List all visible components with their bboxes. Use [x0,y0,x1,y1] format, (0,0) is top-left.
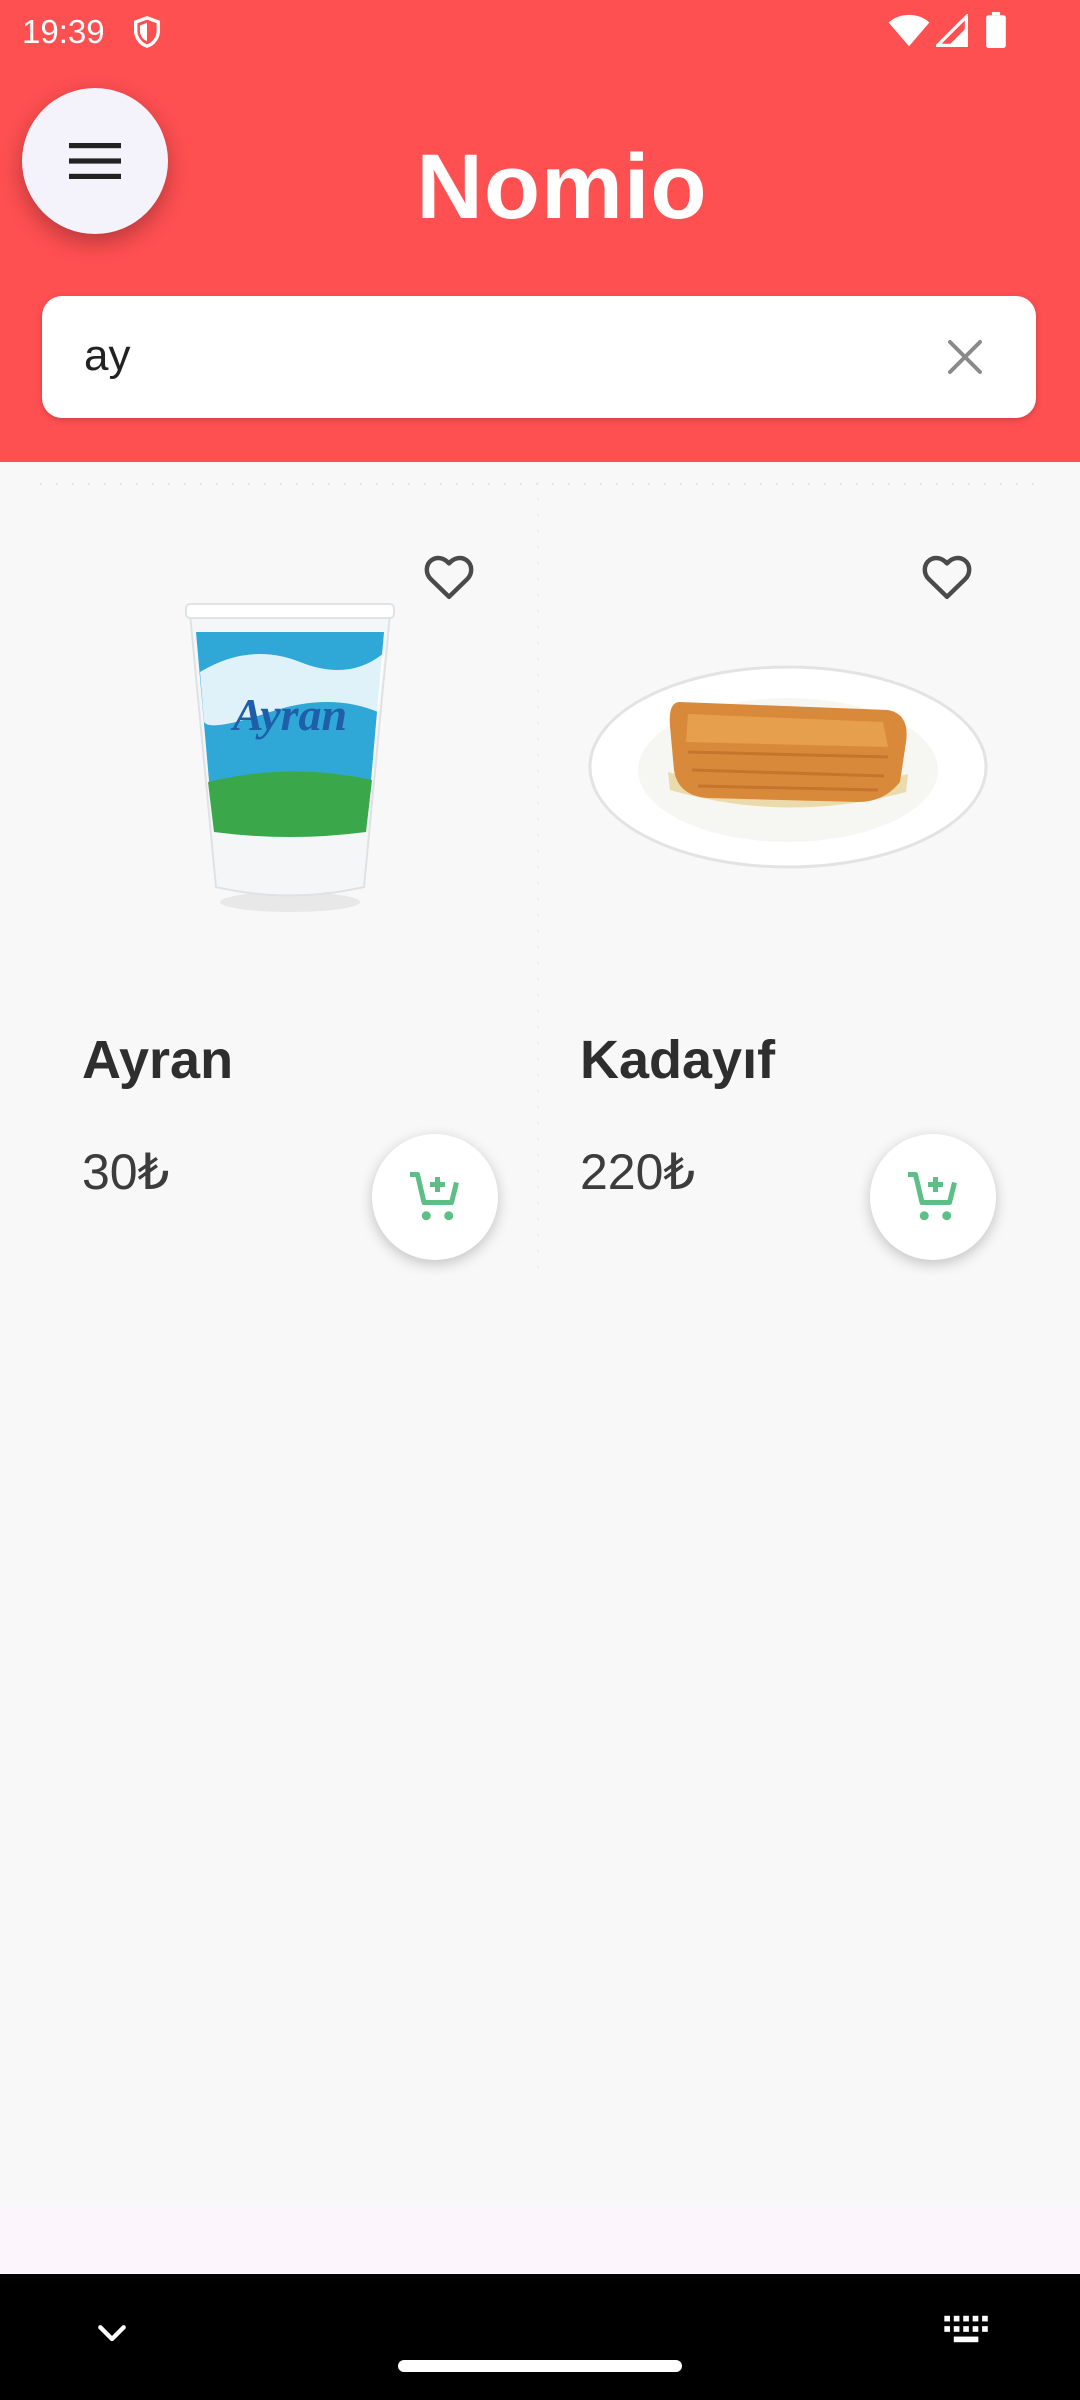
status-time: 19:39 [22,13,105,50]
product-image-kadayif [588,665,988,869]
clear-search-button[interactable] [932,324,998,390]
shield-icon [133,16,161,48]
svg-text:Ayran: Ayran [230,689,347,740]
app-title: Nomio [416,136,708,238]
search-box [42,296,1036,418]
close-icon [948,340,982,374]
favorite-button[interactable] [418,546,480,608]
chevron-down-icon[interactable] [92,2314,132,2354]
home-handle[interactable] [398,2360,682,2372]
heart-outline-icon [424,555,474,600]
product-price: 30₺ [82,1144,170,1200]
product-image-ayran: Ayran [185,603,395,912]
product-name: Ayran [82,1030,234,1090]
product-price: 220₺ [580,1144,696,1200]
add-shopping-cart-icon [410,1172,459,1221]
add-to-cart-button[interactable] [372,1134,498,1260]
search-input[interactable] [84,326,884,386]
keyboard-icon[interactable] [944,2312,990,2346]
product-name: Kadayıf [580,1030,776,1090]
add-shopping-cart-icon [908,1172,957,1221]
bottom-strip [0,2206,1080,2274]
wifi-icon [888,14,930,47]
favorite-button[interactable] [916,546,978,608]
battery-icon [986,12,1006,48]
heart-outline-icon [922,555,972,600]
app-header: 19:39 Nomio [0,0,1080,462]
signal-icon [936,14,968,47]
product-card[interactable]: Kadayıf 220₺ [538,482,1036,1282]
system-nav-bar [0,2274,1080,2400]
add-to-cart-button[interactable] [870,1134,996,1260]
product-card[interactable]: Ayran Ayran 30₺ [40,482,538,1282]
